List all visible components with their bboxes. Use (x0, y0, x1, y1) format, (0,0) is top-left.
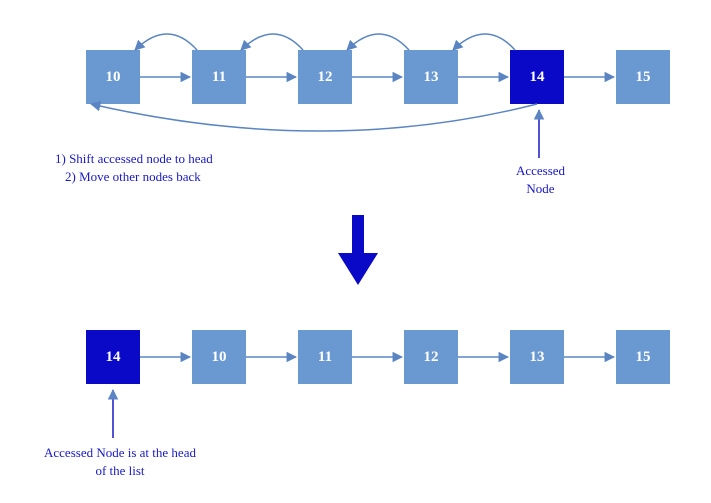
before-node-2: 12 (298, 50, 352, 104)
accessed-label-1: Accessed (508, 162, 573, 180)
node-value: 15 (636, 349, 651, 366)
before-node-5: 15 (616, 50, 670, 104)
after-node-1: 10 (192, 330, 246, 384)
node-value: 13 (424, 69, 439, 86)
diagram-canvas: 10 11 12 13 14 15 14 10 11 12 13 15 1) S… (0, 0, 711, 503)
node-value: 12 (318, 69, 333, 86)
after-node-4: 13 (510, 330, 564, 384)
after-label-2: of the list (20, 462, 220, 480)
after-node-5: 15 (616, 330, 670, 384)
node-value: 14 (106, 349, 121, 366)
after-node-3: 12 (404, 330, 458, 384)
node-value: 11 (318, 349, 332, 366)
steps-line-2: 2) Move other nodes back (55, 168, 295, 186)
transition-arrow-icon (338, 215, 378, 285)
node-value: 15 (636, 69, 651, 86)
after-label-1: Accessed Node is at the head (20, 444, 220, 462)
after-node-0-accessed: 14 (86, 330, 140, 384)
steps-caption: 1) Shift accessed node to head 2) Move o… (55, 150, 295, 185)
after-caption: Accessed Node is at the head of the list (20, 444, 220, 479)
before-node-0: 10 (86, 50, 140, 104)
node-value: 11 (212, 69, 226, 86)
steps-line-1: 1) Shift accessed node to head (55, 150, 295, 168)
accessed-label-2: Node (508, 180, 573, 198)
node-value: 14 (530, 69, 545, 86)
node-value: 13 (530, 349, 545, 366)
accessed-node-caption: Accessed Node (508, 162, 573, 197)
before-node-1: 11 (192, 50, 246, 104)
after-node-2: 11 (298, 330, 352, 384)
before-node-3: 13 (404, 50, 458, 104)
node-value: 10 (212, 349, 227, 366)
before-node-4-accessed: 14 (510, 50, 564, 104)
node-value: 12 (424, 349, 439, 366)
node-value: 10 (106, 69, 121, 86)
